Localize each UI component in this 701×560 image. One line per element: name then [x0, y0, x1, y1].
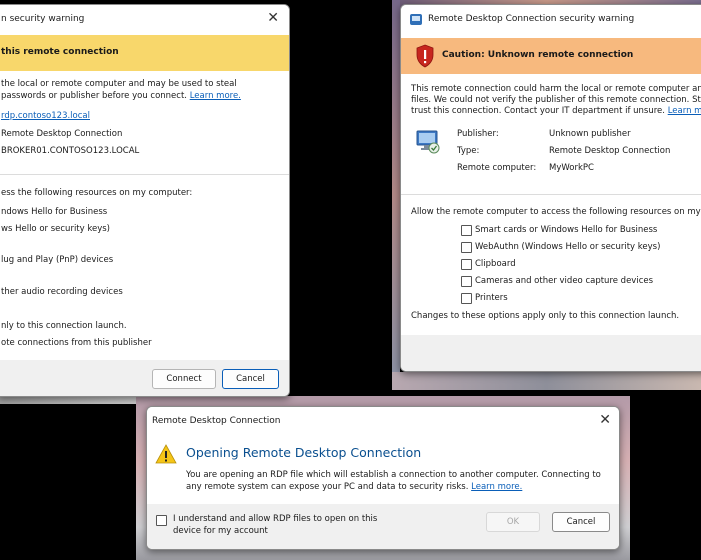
left-resource-item[interactable]: ndows Hello for Business — [1, 207, 107, 217]
left-description: the local or remote computer and may be … — [1, 79, 241, 101]
left-resources-header: ess the following resources on my comput… — [1, 188, 193, 198]
left-dialog-title: n security warning — [1, 14, 85, 24]
bottom-body-line: You are opening an RDP file which will e… — [186, 470, 601, 480]
left-resource-item[interactable]: ther audio recording devices — [1, 287, 123, 297]
left-security-dialog: n security warning ✕ this remote connect… — [0, 4, 290, 397]
right-description-line: This remote connection could harm the lo… — [411, 84, 701, 94]
ok-button[interactable]: OK — [486, 512, 540, 532]
left-resource-item[interactable]: lug and Play (PnP) devices — [1, 255, 113, 265]
bottom-dialog-titlebar: Remote Desktop Connection ✕ — [147, 407, 619, 437]
clipboard-label: Clipboard — [475, 259, 516, 269]
left-info-value-url[interactable]: rdp.contoso123.local — [1, 111, 90, 121]
left-footnote: nly to this connection launch. — [1, 321, 127, 331]
right-dialog-titlebar: Remote Desktop Connection security warni… — [401, 5, 701, 35]
right-footnote: Changes to these options apply only to t… — [411, 311, 680, 321]
left-resource-item[interactable]: ws Hello or security keys) — [1, 224, 110, 234]
cameras-label: Cameras and other video capture devices — [475, 276, 654, 286]
rdp-app-icon — [410, 14, 422, 25]
smartcard-label: Smart cards or Windows Hello for Busines… — [475, 225, 658, 235]
right-dialog-footer — [401, 335, 701, 371]
bottom-dialog-footer: I understand and allow RDP files to open… — [147, 504, 619, 549]
bottom-dialog-title: Remote Desktop Connection — [152, 416, 281, 426]
allow-rdp-label-line: I understand and allow RDP files to open… — [173, 514, 378, 524]
wallpaper-strip-right — [392, 0, 400, 390]
right-description-line: trust this connection. Contact your IT d… — [411, 106, 701, 116]
printers-checkbox[interactable] — [461, 293, 472, 304]
right-dialog-title: Remote Desktop Connection security warni… — [428, 14, 635, 24]
learn-more-link[interactable]: Learn more. — [471, 482, 522, 492]
right-banner-text: Caution: Unknown remote connection — [442, 50, 634, 60]
right-security-dialog: Remote Desktop Connection security warni… — [400, 4, 701, 372]
close-icon[interactable]: ✕ — [599, 413, 611, 427]
webauthn-label: WebAuthn (Windows Hello or security keys… — [475, 242, 661, 252]
left-banner-text: this remote connection — [1, 47, 119, 57]
type-value: Remote Desktop Connection — [549, 146, 671, 156]
bottom-body-line: any remote system can expose your PC and… — [186, 482, 523, 492]
remote-computer-value: MyWorkPC — [549, 163, 594, 173]
allow-rdp-checkbox[interactable] — [156, 515, 167, 526]
wallpaper-strip-right-bottom — [392, 372, 701, 390]
learn-more-link[interactable]: Learn more. — [190, 91, 241, 101]
left-warning-banner: this remote connection — [0, 35, 289, 71]
cancel-button[interactable]: Cancel — [222, 369, 279, 389]
warning-triangle-icon — [155, 444, 177, 464]
shield-warning-icon — [416, 44, 434, 68]
left-dialog-footer: Connect Cancel — [0, 360, 289, 396]
allow-rdp-label-line: device for my account — [173, 526, 268, 536]
connect-button[interactable]: Connect — [152, 369, 216, 389]
webauthn-checkbox[interactable] — [461, 242, 472, 253]
left-dialog-titlebar: n security warning ✕ — [0, 5, 289, 35]
cameras-checkbox[interactable] — [461, 276, 472, 287]
remote-computer-label: Remote computer: — [457, 163, 537, 173]
right-caution-banner: Caution: Unknown remote connection — [401, 38, 701, 74]
cancel-button[interactable]: Cancel — [552, 512, 610, 532]
right-description-line: files. We could not verify the publisher… — [411, 95, 701, 105]
computer-icon — [416, 130, 440, 154]
right-resources-header: Allow the remote computer to access the … — [411, 207, 701, 217]
publisher-value: Unknown publisher — [549, 129, 631, 139]
bottom-dialog-heading: Opening Remote Desktop Connection — [186, 445, 422, 460]
printers-label: Printers — [475, 293, 508, 303]
type-label: Type: — [457, 146, 480, 156]
left-remember-option[interactable]: ote connections from this publisher — [1, 338, 152, 348]
opening-rdp-dialog: Remote Desktop Connection ✕ Opening Remo… — [146, 406, 620, 550]
learn-more-link[interactable]: Learn more. — [668, 106, 701, 116]
clipboard-checkbox[interactable] — [461, 259, 472, 270]
left-info-value-broker: BROKER01.CONTOSO123.LOCAL — [1, 146, 140, 156]
smartcard-checkbox[interactable] — [461, 225, 472, 236]
publisher-label: Publisher: — [457, 129, 499, 139]
close-icon[interactable]: ✕ — [267, 11, 279, 25]
left-info-value-type: Remote Desktop Connection — [1, 129, 123, 139]
